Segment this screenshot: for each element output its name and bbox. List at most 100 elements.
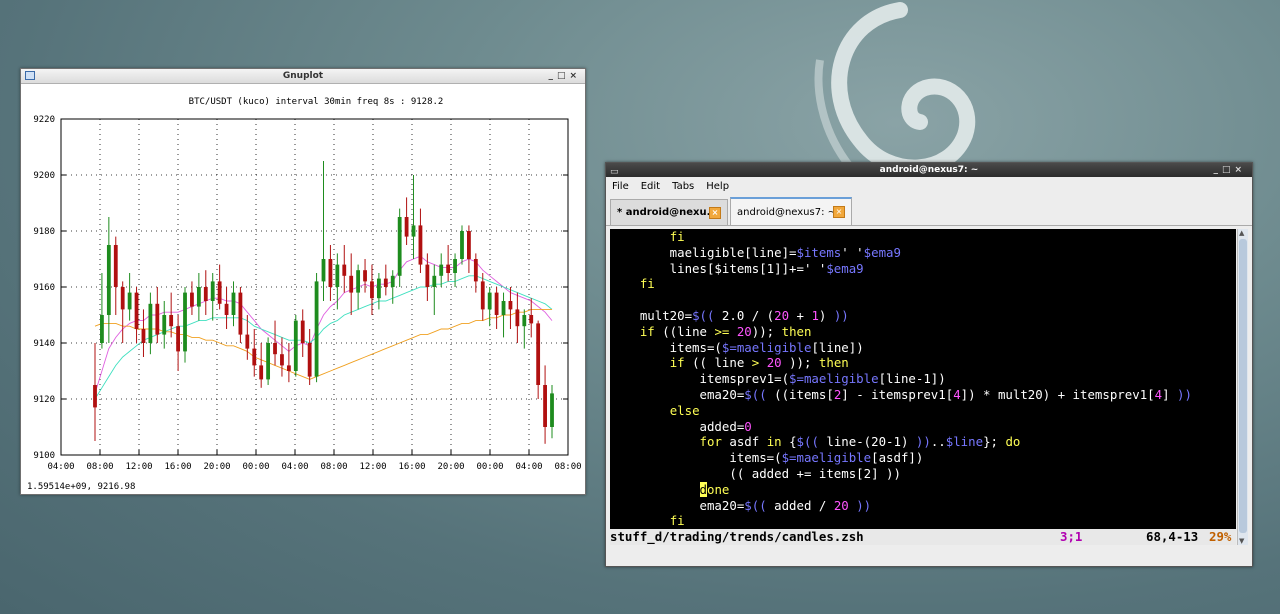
y-tick-label: 9160 [33,283,55,293]
terminal-icon: ▭ [610,167,619,177]
status-file: stuff_d/trading/trends/candles.zsh [610,529,864,544]
candle-body [100,315,104,343]
candle-body [342,264,347,276]
window-icon [25,71,35,80]
close-icon[interactable]: × [1234,165,1246,175]
candle-body [127,292,132,310]
candle-body [280,354,284,366]
candle-body [550,393,554,427]
menu-bar: File Edit Tabs Help [606,177,1252,195]
candle-body [418,225,423,265]
candle-body [169,315,174,327]
maximize-icon[interactable]: □ [1222,165,1235,175]
x-tick-label: 08:00 [320,462,347,472]
tab-close-icon[interactable]: × [833,206,845,218]
scroll-up-icon[interactable]: ▲ [1239,229,1244,237]
window-controls[interactable]: _□× [548,69,581,83]
cursor-readout: 1.59514e+09, 9216.98 [27,482,136,492]
minimize-icon[interactable]: _ [548,71,557,81]
candle-body [543,385,547,427]
candle-body [314,281,319,377]
candle-body [432,275,437,287]
code-line: (( added += items[2] )) [610,465,901,481]
candle-body [335,264,340,287]
tab-terminal-1[interactable]: * android@nexu... × [610,199,728,225]
candle-body [183,292,187,352]
candle-body [307,343,312,377]
scrollbar-thumb[interactable] [1239,239,1247,533]
code-line: items=($=maeligible[line]) [610,339,864,355]
tab-bar: * android@nexu... × android@nexus7: ~ × [606,195,1252,226]
code-buffer: fi maeligible[line]=$items' '$ema9 lines… [610,229,1236,529]
close-icon[interactable]: × [569,71,581,81]
y-tick-label: 9120 [33,395,55,405]
code-line: if (( line > 20 )); then [669,355,849,371]
code-line: ema20=$(( ((items[2] - itemsprev1[4]) * … [610,386,1192,402]
candle-body [383,278,388,287]
maximize-icon[interactable]: □ [557,71,570,81]
candle-body [148,303,153,343]
scroll-down-icon[interactable]: ▼ [1239,537,1244,545]
candle-body [321,259,326,282]
candle-body [487,292,492,310]
minimize-icon[interactable]: _ [1213,165,1222,175]
terminal-titlebar[interactable]: ▭ android@nexus7: ~ _□× [606,163,1252,177]
candle-body [120,287,125,310]
gnuplot-titlebar[interactable]: Gnuplot _□× [21,69,585,84]
candle-body [252,348,257,366]
terminal-screen[interactable]: fi maeligible[line]=$items' '$ema9 lines… [610,229,1236,545]
candle-body [446,264,451,273]
code-line: if ((line >= 20)); then [639,323,812,339]
code-line: fi [669,513,685,529]
candle-body [515,309,520,327]
y-tick-label: 9140 [33,339,55,349]
terminal-scrollbar[interactable]: ▲ ▼ [1237,229,1248,545]
chart-title: BTC/USDT (kuco) interval 30min freq 8s :… [189,97,444,107]
candle-body [106,245,111,315]
x-tick-label: 12:00 [359,462,386,472]
x-tick-label: 04:00 [515,462,542,472]
candle-body [238,292,243,335]
candle-body [349,275,354,293]
candlestick-chart[interactable]: BTC/USDT (kuco) interval 30min freq 8s :… [21,84,585,494]
code-line: added=0 [610,418,752,434]
status-percent: 29% [1209,529,1232,544]
x-tick-label: 00:00 [242,462,269,472]
candle-body [376,278,381,299]
candle-body [217,281,222,304]
window-controls[interactable]: _□× [1213,163,1246,177]
tab-terminal-2[interactable]: android@nexus7: ~ × [730,197,852,225]
candle-body [473,259,478,282]
menu-help[interactable]: Help [706,181,729,192]
candle-body [231,292,236,315]
y-tick-label: 9100 [33,451,55,461]
candle-body [480,281,485,310]
tab-label: * android@nexu... [617,207,709,218]
candle-body [286,365,291,371]
candle-body [155,303,160,335]
candle-body [508,301,513,310]
gnuplot-window[interactable]: Gnuplot _□× BTC/USDT (kuco) interval 30m… [20,68,586,495]
candle-body [162,315,167,335]
menu-tabs[interactable]: Tabs [672,181,694,192]
y-tick-label: 9200 [33,171,55,181]
candle-body [397,217,402,276]
candle-body [536,323,541,385]
terminal-window[interactable]: ▭ android@nexus7: ~ _□× File Edit Tabs H… [605,162,1253,567]
tab-close-icon[interactable]: × [709,206,721,219]
candle-body [93,385,97,408]
candle-body [134,292,139,329]
code-line: for asdf in {$(( line-(20-1) ))..$line};… [699,434,1021,450]
code-line: done [699,481,730,497]
menu-edit[interactable]: Edit [641,181,660,192]
status-position: 68,4-13 [1146,529,1199,544]
x-tick-label: 20:00 [437,462,464,472]
candle-body [453,259,457,273]
y-tick-label: 9220 [33,115,55,125]
candle-body [460,231,464,259]
menu-file[interactable]: File [612,181,629,192]
window-title: Gnuplot [282,71,324,81]
code-line: fi [669,229,685,244]
candle-body [356,270,361,293]
